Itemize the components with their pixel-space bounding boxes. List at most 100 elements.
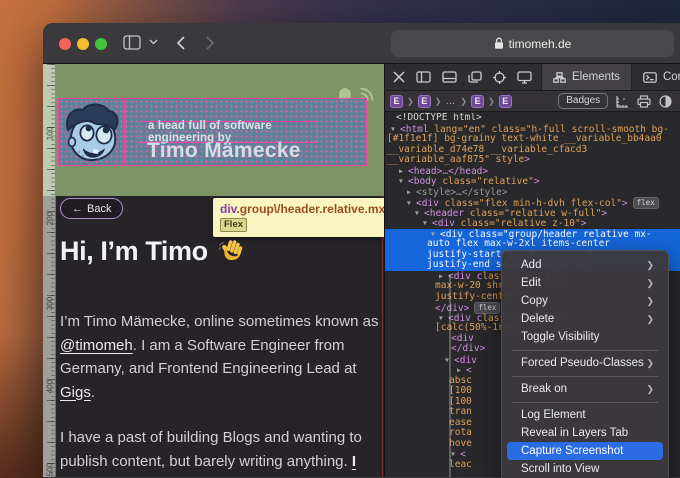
breadcrumb-separator: ❯ [488,96,495,106]
inline-link[interactable]: @timomeh [60,337,133,354]
page-title: Hi, I’m Timo [60,236,244,267]
submenu-chevron-icon: ❯ [646,295,654,306]
web-inspector: Elements Console E❯E❯… [384,64,680,478]
tree-row[interactable]: ▼ <header class="relative w-full"> [385,208,680,219]
menu-separator [512,401,658,403]
breadcrumb-bar: E ❯ E ❯… ❯ E ❯ E Badges [385,91,680,112]
vertical-ruler: 100 200 300 400 500 [43,64,56,477]
submenu-chevron-icon: ❯ [646,313,654,324]
back-icon[interactable] [176,36,185,50]
menu-item-forced-pseudo-classes[interactable]: Forced Pseudo-Classes ❯ [507,354,663,372]
dock-bottom-icon[interactable] [442,71,457,83]
inline-link[interactable]: Gigs [60,384,91,401]
breadcrumb-element-badge[interactable]: E [471,94,485,108]
waving-hand-icon [217,238,244,265]
breadcrumb-ellipsis[interactable]: … [445,96,456,107]
address-text: timomeh.de [508,36,572,51]
menu-separator [512,375,658,377]
inspector-tab-bar: Elements Console [385,64,680,91]
tooltip-tag: div [220,202,237,216]
target-icon[interactable] [493,70,506,84]
menu-item-delete[interactable]: Delete ❯ [507,310,663,328]
tab-elements[interactable]: Elements [541,64,631,90]
menu-item-toggle-visibility[interactable]: Toggle Visibility [507,328,663,346]
back-button[interactable]: ← Back [60,198,124,219]
menu-item-edit[interactable]: Edit ❯ [507,274,663,292]
context-menu: Add ❯ Edit ❯ Copy ❯ Delete ❯ Toggle Visibility Fo… [501,250,669,478]
tree-row[interactable]: ▶ <head>…</head> [385,166,680,177]
disclosure-open-icon[interactable]: ▼ [423,218,432,229]
browser-window: timomeh.de a head full of software engin… [43,23,680,478]
breadcrumb-element-badge[interactable]: E [498,94,512,108]
intro-paragraph: I’m Timo Mämecke, online sometimes known… [60,313,379,401]
menu-separator [512,349,658,351]
menu-item-copy[interactable]: Copy ❯ [507,292,663,310]
hierarchy-icon [553,71,566,83]
ruler-label: 400 [45,379,55,394]
device-icon[interactable] [517,70,532,84]
tree-row[interactable]: ▶ <style>…</style> [385,187,680,198]
breadcrumb: E ❯ E ❯… ❯ E ❯ E [390,94,512,108]
undock-icon[interactable] [468,70,482,84]
browser-toolbar: timomeh.de [43,23,680,64]
submenu-chevron-icon: ❯ [646,357,654,368]
element-info-tooltip: div.group\/header.relative.mx-auto Flex [213,198,384,237]
disclosure-open-icon[interactable]: ▼ [399,176,408,187]
lock-icon [494,37,504,50]
tree-row[interactable]: ▼ <div class="relative z-10"> [385,218,680,229]
disclosure-closed-icon[interactable]: ▶ [399,166,408,177]
flex-badge: Flex [220,218,248,232]
inline-link[interactable]: I [352,453,356,470]
page-viewport: a head full of software engineering by T… [43,64,384,477]
blog-paragraph: I have a past of building Blogs and want… [60,426,380,477]
breadcrumb-element-badge[interactable]: E [417,94,431,108]
printer-icon[interactable] [637,94,651,108]
menu-item-scroll-into-view[interactable]: Scroll into View [507,460,663,478]
close-window-button[interactable] [59,38,71,50]
disclosure-open-icon[interactable]: ▼ [415,208,424,219]
ruler-label: 500 [45,462,55,477]
forward-icon[interactable] [206,36,215,50]
submenu-chevron-icon: ❯ [646,259,654,270]
console-icon [643,71,657,83]
ruler-icon[interactable] [616,95,629,108]
tree-row[interactable]: <!DOCTYPE html> [385,113,680,124]
avatar [59,99,125,165]
address-bar[interactable]: timomeh.de [391,30,674,57]
disclosure-closed-icon[interactable]: ▶ [407,187,416,198]
menu-item-break-on[interactable]: Break on ❯ [507,380,663,398]
tree-row[interactable]: ▼ <body class="relative"> [385,176,680,187]
tab-console[interactable]: Console [630,64,680,90]
ruler-label: 200 [45,211,55,226]
breadcrumb-separator: ❯ [407,96,414,106]
minimize-window-button[interactable] [77,38,89,50]
menu-item-log-element[interactable]: Log Element [507,406,663,424]
ruler-label: 100 [45,126,55,141]
submenu-chevron-icon: ❯ [646,383,654,394]
tree-row[interactable]: ▼ <div class="flex min-h-dvh flex-col"> fl… [385,197,680,209]
back-arrow: ← [72,202,83,215]
close-icon[interactable] [393,71,405,83]
breadcrumb-separator: ❯ [460,96,468,106]
indent-guide [449,274,451,477]
desktop-wallpaper: timomeh.de a head full of software engin… [0,0,680,478]
breadcrumb-separator: ❯ [434,96,442,106]
submenu-chevron-icon: ❯ [646,277,654,288]
menu-item-capture-screenshot[interactable]: Capture Screenshot [507,442,663,460]
zoom-window-button[interactable] [95,38,107,50]
tooltip-selector: .group\/header.relative.mx-auto [236,202,384,216]
ruler-label: 300 [45,296,55,311]
contrast-icon[interactable] [659,94,672,108]
badges-button[interactable]: Badges [558,93,609,109]
breadcrumb-element-badge[interactable]: E [390,94,403,108]
inline-link[interactable]: found the issue [60,476,171,477]
dock-side-icon[interactable] [416,71,431,83]
chevron-down-icon[interactable] [149,39,158,45]
element-highlight-overlay: a head full of software engineering by T… [58,98,367,166]
sidebar-toggle-icon[interactable] [123,35,141,50]
site-title: Timo Mämecke [147,139,301,162]
tree-row[interactable]: __variable_aaf875" style> [385,154,680,166]
site-header: a head full of software engineering by T… [43,64,384,196]
menu-item-reveal-in-layers-tab[interactable]: Reveal in Layers Tab [507,424,663,442]
menu-item-add[interactable]: Add ❯ [507,256,663,274]
